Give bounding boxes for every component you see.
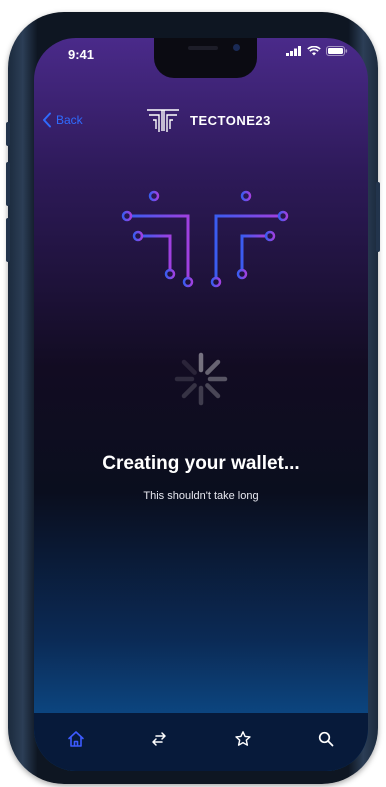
star-icon	[235, 731, 251, 746]
swap-arrows-icon	[152, 732, 166, 746]
back-label: Back	[56, 113, 83, 127]
brand: TECTONE23	[146, 100, 271, 140]
wifi-icon	[307, 46, 321, 56]
tab-favorites[interactable]	[223, 727, 263, 751]
tab-search[interactable]	[306, 727, 346, 751]
loading-spinner-icon	[174, 352, 228, 406]
front-camera	[233, 44, 240, 51]
brand-name: TECTONE23	[190, 112, 271, 128]
mute-switch	[6, 122, 10, 146]
phone-frame: 9:41 Back TECTONE23 Creating your wallet…	[6, 12, 380, 784]
battery-icon	[326, 46, 348, 56]
search-icon	[319, 731, 334, 747]
tab-home[interactable]	[56, 727, 96, 751]
volume-up-button	[6, 162, 10, 206]
signal-icon	[286, 46, 301, 56]
status-time: 9:41	[68, 47, 95, 62]
speaker-grille	[188, 46, 218, 50]
brand-logo-icon	[147, 109, 179, 132]
power-button	[376, 182, 380, 252]
app-screen: 9:41 Back TECTONE23 Creating your wallet…	[34, 38, 368, 771]
tab-bar	[34, 713, 368, 771]
status-icons	[286, 46, 348, 56]
volume-down-button	[6, 218, 10, 262]
chevron-left-icon	[43, 112, 51, 128]
back-button[interactable]: Back	[42, 100, 83, 140]
home-icon	[67, 731, 84, 747]
tectone-circuit-logo	[121, 190, 289, 310]
nav-bar: Back TECTONE23	[34, 100, 368, 140]
loading-title: Creating your wallet...	[102, 453, 300, 474]
tab-swap[interactable]	[139, 727, 179, 751]
notch	[154, 38, 257, 78]
loading-subtitle: This shouldn't take long	[143, 490, 259, 502]
status-bar: 9:41	[34, 38, 368, 78]
